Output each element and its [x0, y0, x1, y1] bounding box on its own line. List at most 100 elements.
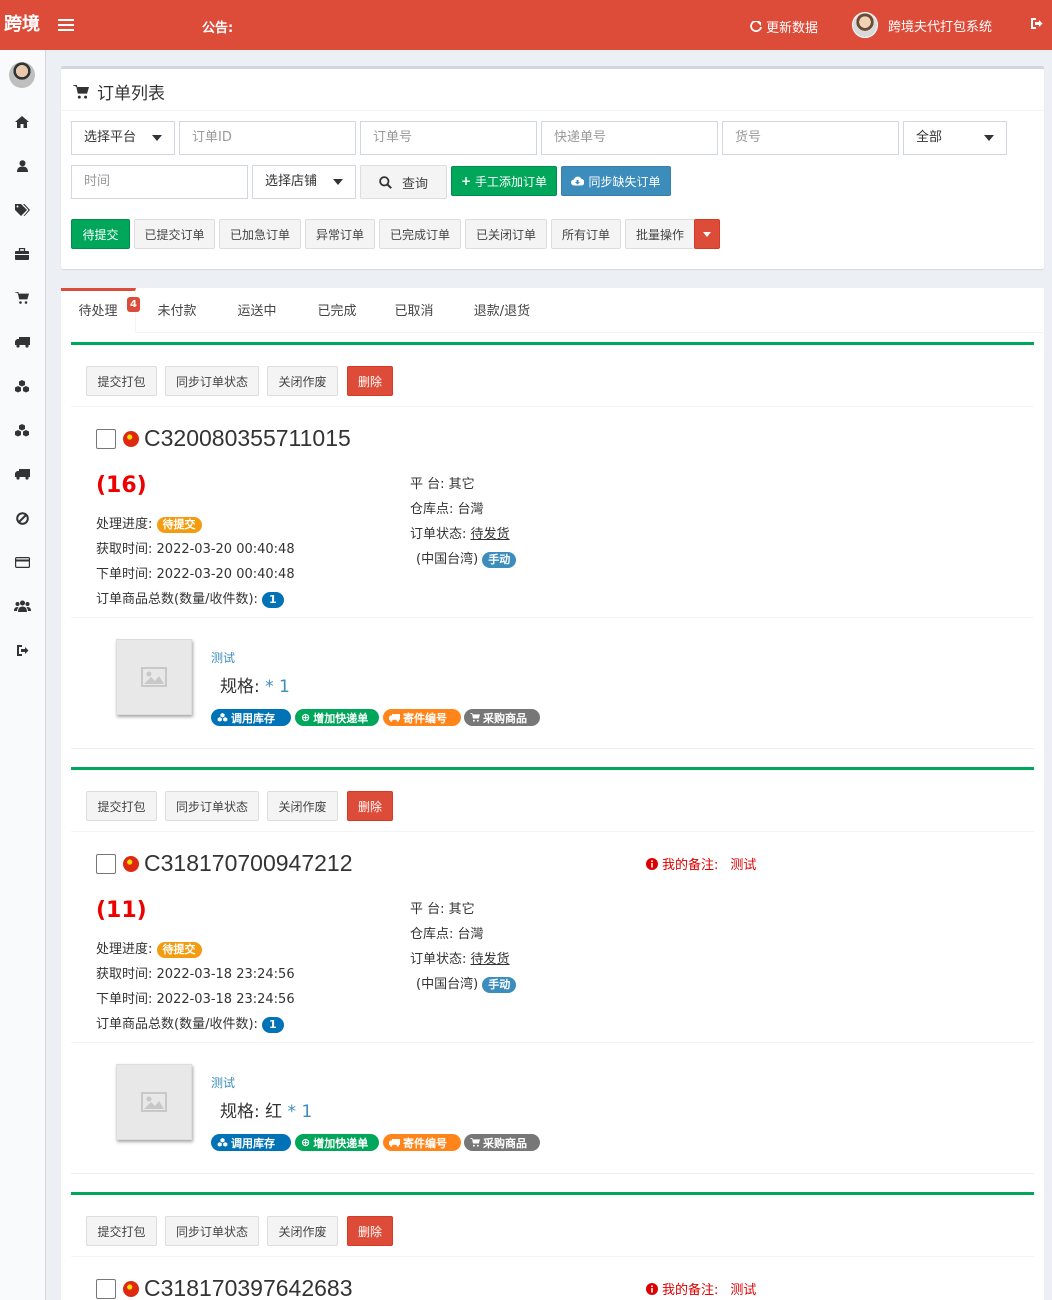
cubes-icon[interactable]	[13, 421, 31, 439]
platform-select-value: 选择平台	[84, 130, 137, 145]
user-menu[interactable]: 跨境夫代打包系统	[852, 12, 992, 38]
sync-order-status-button[interactable]: 同步订单状态	[165, 366, 259, 396]
tab-pending[interactable]: 待处理	[61, 288, 136, 333]
close-void-button[interactable]: 关闭作废	[267, 366, 338, 396]
filter-pending-submit-button[interactable]: 待提交	[71, 219, 130, 249]
truck-icon[interactable]	[13, 465, 31, 483]
close-void-button[interactable]: 关闭作废	[267, 791, 338, 821]
order-checkbox[interactable]	[96, 1279, 116, 1299]
time-input[interactable]: 时间	[71, 165, 248, 199]
order-id-input[interactable]: 订单ID	[179, 121, 356, 155]
goods-name-link[interactable]: 测试	[211, 649, 235, 666]
order-status-value[interactable]: 待发货	[471, 527, 510, 542]
refresh-data-button[interactable]: 更新数据	[750, 17, 818, 36]
filter-urgent-button[interactable]: 已加急订单	[219, 219, 301, 249]
divider	[71, 1042, 1034, 1043]
user-icon[interactable]	[13, 157, 31, 175]
purchase-goods-tag[interactable]: 采购商品	[464, 1134, 540, 1151]
tab-completed[interactable]: 已完成	[305, 288, 369, 333]
tab-unpaid[interactable]: 未付款	[145, 288, 209, 333]
order-status-label: 订单状态:	[410, 527, 467, 542]
status-select[interactable]: 全部	[903, 121, 1007, 155]
search-button[interactable]: 查询	[360, 165, 447, 199]
order-id[interactable]: C318170700947212	[144, 850, 352, 877]
cart-icon[interactable]	[13, 289, 31, 307]
filter-completed-button[interactable]: 已完成订单	[379, 219, 461, 249]
order-status-value[interactable]: 待发货	[471, 952, 510, 967]
sidebar-toggle-icon[interactable]	[58, 16, 74, 34]
home-icon[interactable]	[13, 113, 31, 131]
order-id[interactable]: C320080355711015	[144, 425, 351, 452]
goods-thumbnail[interactable]	[116, 639, 192, 715]
sidebar-avatar[interactable]	[9, 62, 35, 88]
sync-order-status-button[interactable]: 同步订单状态	[165, 791, 259, 821]
use-stock-tag[interactable]: 调用库存	[211, 709, 291, 726]
briefcase-icon[interactable]	[13, 245, 31, 263]
add-express-tag[interactable]: ⊕ 增加快递单	[295, 1134, 379, 1151]
express-no-input[interactable]: 快递单号	[541, 121, 718, 155]
add-express-label: 增加快递单	[313, 711, 369, 725]
submit-pack-button[interactable]: 提交打包	[86, 791, 157, 821]
tab-refund[interactable]: 退款/退货	[464, 288, 540, 333]
sign-out-icon[interactable]	[13, 641, 31, 659]
batch-operation-button[interactable]: 批量操作	[625, 219, 695, 249]
delete-button[interactable]: 删除	[347, 366, 393, 396]
spec-label: 规格:	[220, 1102, 260, 1122]
delete-button[interactable]: 删除	[347, 1216, 393, 1246]
goods-no-input[interactable]: 货号	[722, 121, 899, 155]
goods-thumbnail[interactable]	[116, 1064, 192, 1140]
tags-icon[interactable]	[13, 201, 31, 219]
search-button-label: 查询	[401, 176, 428, 192]
manual-add-order-button[interactable]: + 手工添加订单	[451, 166, 557, 196]
platform-row: 平 台: 其它	[410, 898, 475, 917]
use-stock-tag[interactable]: 调用库存	[211, 1134, 291, 1151]
tab-shipping[interactable]: 运送中	[225, 288, 289, 333]
logout-icon[interactable]	[1030, 17, 1043, 34]
order-card: 提交打包 同步订单状态 关闭作废 删除 C318170397642683 我的备…	[71, 1192, 1034, 1300]
sync-missing-orders-button[interactable]: 同步缺失订单	[561, 166, 671, 196]
cart-icon	[470, 1138, 480, 1147]
tab-cancelled[interactable]: 已取消	[382, 288, 446, 333]
users-icon[interactable]	[13, 597, 31, 615]
goods-spec: 规格: * 1	[220, 672, 290, 697]
batch-operation-dropdown-button[interactable]	[694, 219, 720, 249]
parcel-number-tag[interactable]: 寄件编号	[383, 709, 461, 726]
filter-closed-button[interactable]: 已关闭订单	[465, 219, 547, 249]
close-void-button[interactable]: 关闭作废	[267, 1216, 338, 1246]
divider	[71, 831, 1034, 832]
filter-all-button[interactable]: 所有订单	[551, 219, 621, 249]
caret-down-icon	[703, 231, 711, 237]
credit-card-icon[interactable]	[13, 553, 31, 571]
progress-row: 处理进度: 待提交	[96, 938, 202, 958]
app-logo[interactable]: 跨境	[0, 0, 46, 50]
top-navbar: 跨境 公告: 更新数据 跨境夫代打包系统	[0, 0, 1052, 50]
platform-value: 其它	[448, 902, 475, 917]
platform-select[interactable]: 选择平台	[71, 121, 175, 155]
cubes-icon[interactable]	[13, 377, 31, 395]
sync-order-status-button[interactable]: 同步订单状态	[165, 1216, 259, 1246]
submit-pack-button[interactable]: 提交打包	[86, 366, 157, 396]
goods-name-link[interactable]: 测试	[211, 1074, 235, 1091]
truck-icon[interactable]	[13, 333, 31, 351]
filter-submitted-button[interactable]: 已提交订单	[134, 219, 215, 249]
filter-exception-button[interactable]: 异常订单	[305, 219, 375, 249]
china-flag-icon	[123, 431, 139, 447]
sync-missing-orders-label: 同步缺失订单	[588, 174, 661, 189]
region-value: (中国台湾)	[416, 552, 479, 567]
parcel-number-tag[interactable]: 寄件编号	[383, 1134, 461, 1151]
add-express-tag[interactable]: ⊕ 增加快递单	[295, 709, 379, 726]
warehouse-label: 仓库点:	[410, 502, 454, 517]
fetch-time-label: 获取时间:	[96, 542, 153, 557]
order-id[interactable]: C318170397642683	[144, 1275, 352, 1300]
order-no-input[interactable]: 订单号	[360, 121, 537, 155]
region-row: (中国台湾) 手动	[416, 973, 517, 993]
order-checkbox[interactable]	[96, 429, 116, 449]
shop-select[interactable]: 选择店铺	[252, 165, 356, 199]
purchase-goods-tag[interactable]: 采购商品	[464, 709, 540, 726]
delete-button[interactable]: 删除	[347, 791, 393, 821]
region-value: (中国台湾)	[416, 977, 479, 992]
ban-icon[interactable]	[13, 509, 31, 527]
order-checkbox[interactable]	[96, 854, 116, 874]
submit-pack-button[interactable]: 提交打包	[86, 1216, 157, 1246]
image-placeholder-icon	[141, 1092, 167, 1112]
